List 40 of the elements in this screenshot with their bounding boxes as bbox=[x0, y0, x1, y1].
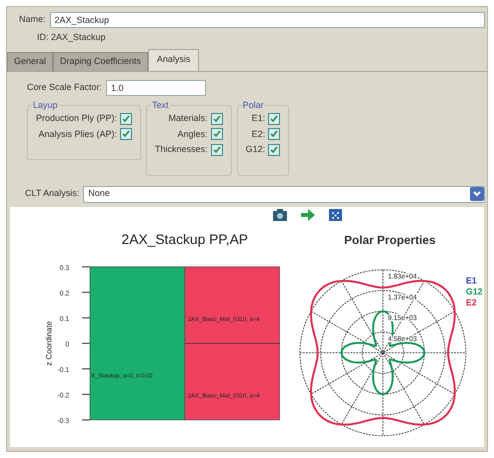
legend-label: E1 bbox=[466, 275, 478, 286]
legend-label: E2 bbox=[466, 296, 478, 307]
tab[interactable]: Analysis bbox=[148, 48, 200, 70]
option-label: Production Ply (PP): bbox=[36, 112, 118, 125]
group-title: Layup bbox=[32, 98, 59, 112]
id-label: ID: 2AX_Stackup bbox=[37, 31, 106, 44]
clt-analysis-label: CLT Analysis: bbox=[25, 187, 80, 200]
option-label: G12: bbox=[246, 143, 266, 156]
group-title: Text bbox=[151, 98, 170, 112]
name-field[interactable]: 2AX_Stackup bbox=[50, 12, 485, 28]
tab[interactable]: Draping Coefficients bbox=[53, 52, 148, 70]
checkbox[interactable] bbox=[210, 112, 223, 125]
checkbox[interactable] bbox=[210, 128, 223, 140]
option-label: Analysis Plies (AP): bbox=[38, 128, 118, 141]
chart-title: Polar Properties bbox=[344, 232, 436, 247]
arrow-right-icon[interactable] bbox=[300, 208, 314, 220]
option-label: Angles: bbox=[178, 128, 208, 141]
option-label: Thicknesses: bbox=[155, 143, 208, 156]
dropdown-value: None bbox=[88, 187, 110, 200]
axis-label: z Coordinate bbox=[44, 320, 54, 366]
checkbox[interactable] bbox=[120, 128, 132, 140]
core-scale-field[interactable]: 1.0 bbox=[106, 80, 206, 96]
checkbox[interactable] bbox=[120, 112, 132, 125]
chevron-down-icon bbox=[470, 187, 484, 201]
grid-icon[interactable] bbox=[328, 208, 342, 220]
option-label: E2: bbox=[252, 128, 266, 140]
checkbox[interactable] bbox=[268, 112, 280, 125]
group-title: Polar bbox=[242, 98, 265, 112]
tab[interactable]: General bbox=[7, 52, 54, 70]
checkbox[interactable] bbox=[268, 144, 280, 156]
core-scale-label: Core Scale Factor: bbox=[27, 80, 102, 94]
name-label: Name: bbox=[19, 13, 46, 26]
clt-analysis-dropdown[interactable]: None bbox=[83, 186, 485, 202]
chart-title: 2AX_Stackup PP,AP bbox=[122, 230, 248, 247]
camera-icon[interactable] bbox=[272, 208, 286, 220]
legend-label: G12 bbox=[466, 286, 483, 296]
checkbox[interactable] bbox=[268, 128, 280, 140]
option-label: Materials: bbox=[168, 112, 208, 125]
checkbox[interactable] bbox=[210, 144, 223, 156]
option-label: E1: bbox=[252, 112, 266, 125]
